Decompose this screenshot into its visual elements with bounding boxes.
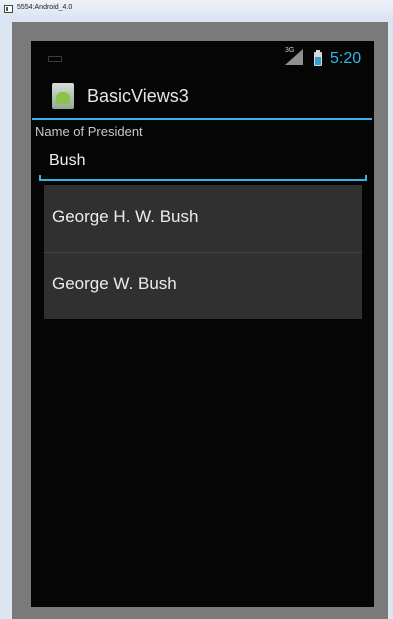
input-tick-right [365, 175, 367, 181]
android-app-icon[interactable] [52, 83, 74, 109]
autocomplete-dropdown: George H. W. Bush George W. Bush [44, 185, 362, 319]
device-screen: 3G 5:20 BasicViews3 Name of President Bu… [31, 41, 374, 607]
battery-icon [314, 50, 322, 66]
suggestion-item[interactable]: George H. W. Bush [44, 185, 362, 252]
suggestion-item[interactable]: George W. Bush [44, 252, 362, 319]
status-bar: 3G 5:20 [31, 41, 374, 79]
president-name-input[interactable]: Bush [39, 145, 367, 181]
window-icon [4, 5, 13, 13]
network-type-label: 3G [285, 47, 295, 54]
app-title: BasicViews3 [87, 86, 189, 106]
status-time: 5:20 [330, 50, 362, 67]
suggestion-label: George H. W. Bush [52, 207, 199, 226]
action-bar: BasicViews3 [31, 79, 374, 119]
president-label: Name of President [35, 124, 143, 139]
window-title: 5554:Android_4.0 [17, 4, 73, 11]
president-name-value: Bush [49, 152, 86, 169]
input-underline [39, 179, 367, 181]
input-tick-left [39, 175, 41, 181]
suggestion-label: George W. Bush [52, 274, 177, 293]
window-titlebar: 5554:Android_4.0 [0, 0, 393, 20]
action-bar-divider [32, 118, 372, 120]
keyboard-icon [48, 56, 62, 62]
